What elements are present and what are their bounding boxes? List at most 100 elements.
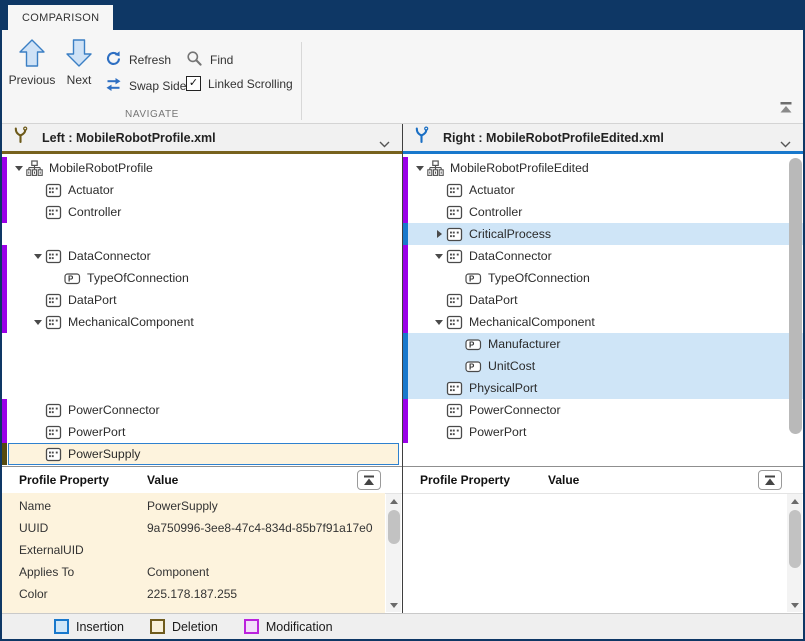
expander-spacer [451,271,465,285]
comparison-panels: Left : MobileRobotProfile.xml MobileRobo… [2,124,803,613]
insertion-swatch [54,619,69,634]
svg-text:P: P [68,274,74,283]
tree-row[interactable]: MechanicalComponent [403,311,803,333]
tree-item-label: TypeOfConnection [488,271,590,285]
tree-item-label: PowerPort [68,425,125,439]
modification-edge-bar [403,157,408,223]
stereotype-icon [45,292,62,309]
property-column-header: Profile Property [2,473,147,487]
previous-button[interactable]: Previous [6,39,58,87]
left-property-header: Profile Property Value [2,467,402,494]
property-row[interactable]: Applies ToComponent [2,561,385,583]
linked-scrolling-label: Linked Scrolling [208,77,293,91]
chevron-down-icon[interactable] [780,135,791,153]
next-button[interactable]: Next [59,39,99,87]
tree-item-label: Controller [469,205,522,219]
tree-item-label: Actuator [469,183,515,197]
ribbon: Previous Next Refresh [2,30,803,124]
profile-y-icon [12,126,29,149]
tree-row[interactable]: DataPort [2,289,402,311]
tree-row[interactable]: Actuator [2,179,402,201]
property-row[interactable]: Color225.178.187.255 [2,583,385,605]
modification-edge-bar [2,399,7,443]
expander-spacer [432,381,446,395]
collapse-ribbon-icon[interactable] [779,101,793,119]
left-property-scrollbar[interactable] [386,494,401,612]
property-row[interactable]: ExternalUID [2,539,385,561]
checkbox-checked-icon[interactable]: ✓ [186,76,201,91]
stereotype-icon [446,248,463,265]
tree-row[interactable]: CriticalProcess [403,223,803,245]
right-property-scrollbar[interactable] [787,494,802,612]
tree-row[interactable]: DataConnector [403,245,803,267]
scrollbar-thumb[interactable] [388,510,400,544]
scroll-down-icon[interactable] [787,598,802,612]
legend-label: Deletion [172,620,218,634]
title-strip: COMPARISON [2,2,803,30]
left-file-selector[interactable]: Left : MobileRobotProfile.xml [2,124,402,154]
scroll-up-icon[interactable] [787,494,802,508]
expander-icon[interactable] [31,315,45,329]
tree-item-label: DataPort [68,293,117,307]
tree-row[interactable]: PUnitCost [403,355,803,377]
tree-row[interactable]: Controller [403,201,803,223]
modification-swatch [244,619,259,634]
swap-sides-button[interactable]: Swap Sides [105,76,192,96]
expander-icon[interactable] [12,161,26,175]
tree-row[interactable]: PowerSupply [8,443,399,465]
tree-row[interactable]: MobileRobotProfileEdited [403,157,803,179]
expander-spacer [451,337,465,351]
modification-edge-bar [403,245,408,333]
expander-icon[interactable] [432,249,446,263]
refresh-button[interactable]: Refresh [105,50,171,70]
stereotype-icon [45,424,62,441]
previous-label: Previous [9,73,56,87]
property-row[interactable]: NamePowerSupply [2,495,385,517]
collapse-property-pane-button[interactable] [758,470,782,490]
tree-row[interactable]: MobileRobotProfile [2,157,402,179]
tree-item-label: DataConnector [469,249,552,263]
expander-icon[interactable] [432,227,446,241]
right-property-header: Profile Property Value [403,467,803,494]
tree-row[interactable]: PowerConnector [403,399,803,421]
tree-row[interactable]: PhysicalPort [403,377,803,399]
property-row[interactable]: UUID9a750996-3ee8-47c4-834d-85b7f91a17e0 [2,517,385,539]
chevron-down-icon[interactable] [379,135,390,153]
right-file-selector[interactable]: Right : MobileRobotProfileEdited.xml [403,124,803,154]
expander-spacer [432,403,446,417]
tree-row[interactable]: PTypeOfConnection [2,267,402,289]
tree-row[interactable]: DataPort [403,289,803,311]
modification-edge-bar [2,245,7,333]
find-button[interactable]: Find [186,50,233,70]
property-icon: P [64,270,81,287]
collapse-property-pane-button[interactable] [357,470,381,490]
property-value: 9a750996-3ee8-47c4-834d-85b7f91a17e0 [147,521,385,535]
scrollbar-thumb[interactable] [789,158,802,434]
tree-row[interactable]: Actuator [403,179,803,201]
stereotype-icon [446,380,463,397]
tree-row[interactable]: MechanicalComponent [2,311,402,333]
tree-scrollbar[interactable] [788,156,802,464]
right-panel: Right : MobileRobotProfileEdited.xml Mob… [403,124,803,613]
tree-row[interactable]: PowerPort [2,421,402,443]
expander-icon[interactable] [413,161,427,175]
scrollbar-thumb[interactable] [789,510,801,568]
tree-row[interactable]: Controller [2,201,402,223]
tree-item-label: Actuator [68,183,114,197]
linked-scrolling-toggle[interactable]: ✓ Linked Scrolling [186,76,293,91]
tree-row[interactable]: PManufacturer [403,333,803,355]
tree-item-label: PowerSupply [68,447,140,461]
tree-row[interactable]: PowerPort [403,421,803,443]
tab-comparison[interactable]: COMPARISON [8,5,113,30]
expander-icon[interactable] [432,315,446,329]
tree-row[interactable]: DataConnector [2,245,402,267]
expander-spacer [432,293,446,307]
tree-row[interactable]: PowerConnector [2,399,402,421]
tree-row[interactable]: PTypeOfConnection [403,267,803,289]
svg-text:P: P [469,362,475,371]
property-name: UUID [2,521,147,535]
expander-spacer [451,359,465,373]
expander-icon[interactable] [31,249,45,263]
scroll-down-icon[interactable] [386,598,401,612]
scroll-up-icon[interactable] [386,494,401,508]
